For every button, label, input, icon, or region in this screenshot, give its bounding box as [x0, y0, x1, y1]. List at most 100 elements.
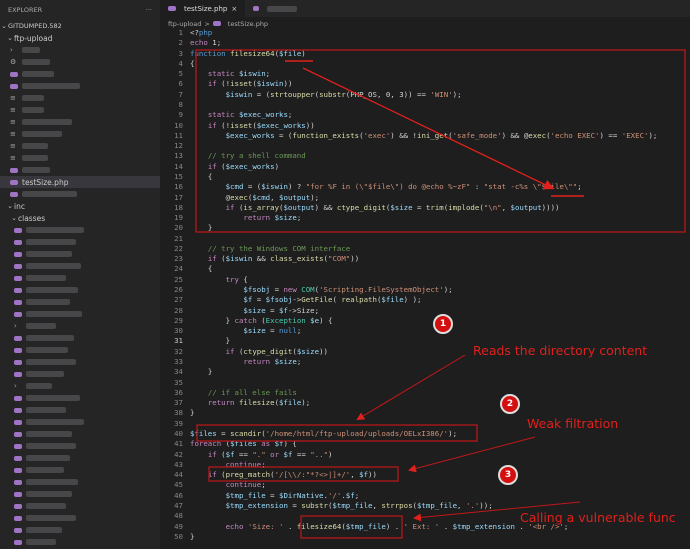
code-text: function filesize64($file): [190, 48, 306, 58]
code-text: <?php: [190, 28, 213, 37]
code-text: static $iswin;: [207, 69, 271, 79]
file-blurred[interactable]: [0, 536, 160, 548]
file-blurred[interactable]: [0, 272, 160, 284]
file-blurred[interactable]: [0, 356, 160, 368]
file-blurred[interactable]: [0, 416, 160, 428]
php-file-icon: [168, 6, 176, 11]
more-actions-icon[interactable]: ···: [146, 6, 152, 14]
blurred-filename: [26, 503, 66, 509]
file-testsize-php[interactable]: testSize.php: [0, 176, 160, 188]
code-line: 5 static $iswin;: [160, 69, 690, 79]
code-line: 36 // if all else fails: [160, 388, 690, 398]
file-blurred[interactable]: ›: [0, 320, 160, 332]
folder-inc[interactable]: ⌄ inc: [0, 200, 160, 212]
line-number: 50: [174, 531, 183, 541]
code-line: 12: [160, 141, 690, 151]
line-number: 23: [174, 254, 183, 264]
code-line: 14 if ($exec_works): [160, 162, 690, 172]
line-number: 14: [174, 161, 183, 171]
line-number: 15: [174, 171, 183, 181]
blurred-filename: [22, 155, 48, 161]
file-blurred[interactable]: ≡: [0, 104, 160, 116]
code-line: 15 {: [160, 172, 690, 182]
breadcrumb-file[interactable]: testSize.php: [228, 20, 268, 28]
code-editor[interactable]: 1 <?php 2 echo 1; 3 function filesize64($file…: [160, 28, 690, 542]
file-blurred[interactable]: [0, 500, 160, 512]
folder-label: ftp-upload: [14, 33, 53, 43]
file-blurred[interactable]: [0, 428, 160, 440]
line-number: 1: [178, 28, 183, 37]
file-blurred[interactable]: [0, 236, 160, 248]
code-line: 46 $tmp_file = $DirNative.'/'.$f;: [160, 491, 690, 501]
file-blurred[interactable]: [0, 464, 160, 476]
folder-ftp-upload[interactable]: ⌄ ftp-upload: [0, 32, 160, 44]
code-text: @exec($cmd, $output);: [225, 192, 320, 202]
file-blurred[interactable]: ≡: [0, 140, 160, 152]
code-line: 16 $cmd = ($iswin) ? "for %F in (\"$file…: [160, 182, 690, 192]
tab-blurred[interactable]: [245, 0, 305, 17]
code-text: // try the Windows COM interface: [207, 243, 351, 253]
code-text: if (preg_match('/[\\/:"*?<>|]+/', $f)): [207, 470, 377, 480]
code-text: $exec_works = (function_exists('exec') &…: [225, 130, 658, 140]
line-number: 33: [174, 357, 183, 366]
file-blurred[interactable]: ⚙: [0, 56, 160, 68]
file-blurred[interactable]: [0, 404, 160, 416]
file-blurred[interactable]: [0, 248, 160, 260]
file-blurred[interactable]: [0, 452, 160, 464]
file-blurred[interactable]: ≡: [0, 116, 160, 128]
close-icon[interactable]: ×: [231, 5, 237, 13]
blurred-filename: [22, 167, 50, 173]
file-blurred[interactable]: ≡: [0, 128, 160, 140]
php-file-icon: [14, 539, 22, 545]
gear-file-icon: ⚙: [10, 58, 17, 66]
line-number: 43: [174, 459, 183, 469]
php-file-icon: [14, 371, 22, 377]
blurred-filename: [26, 407, 66, 413]
file-blurred[interactable]: [0, 368, 160, 380]
php-file-icon: [14, 239, 22, 245]
file-blurred[interactable]: [0, 296, 160, 308]
code-text: if (ctype_digit($size)): [225, 346, 328, 356]
file-blurred[interactable]: [0, 80, 160, 92]
folder-classes[interactable]: ⌄ classes: [0, 212, 160, 224]
file-blurred[interactable]: [0, 260, 160, 272]
php-file-icon: [14, 431, 22, 437]
file-blurred[interactable]: [0, 476, 160, 488]
file-blurred[interactable]: [0, 392, 160, 404]
file-blurred[interactable]: [0, 440, 160, 452]
file-blurred[interactable]: [0, 284, 160, 296]
line-number: 40: [174, 428, 183, 438]
file-blurred[interactable]: ≡: [0, 152, 160, 164]
file-blurred[interactable]: [0, 224, 160, 236]
file-blurred[interactable]: [0, 488, 160, 500]
php-file-icon: [14, 455, 22, 461]
file-blurred[interactable]: [0, 164, 160, 176]
tab-testsize-php[interactable]: testSize.php ×: [160, 0, 246, 17]
code-line: 43 continue;: [160, 460, 690, 470]
file-blurred[interactable]: [0, 332, 160, 344]
file-blurred[interactable]: ›: [0, 380, 160, 392]
code-text: $size = null;: [243, 326, 302, 336]
file-blurred[interactable]: [0, 524, 160, 536]
blurred-filename: [26, 239, 76, 245]
breadcrumb-folder[interactable]: ftp-upload: [168, 20, 201, 28]
line-number: 7: [178, 89, 183, 99]
file-blurred[interactable]: [0, 188, 160, 200]
file-blurred[interactable]: ›: [0, 44, 160, 56]
file-blurred[interactable]: [0, 308, 160, 320]
annotation-text-2: Weak filtration: [527, 416, 619, 431]
file-blurred[interactable]: [0, 68, 160, 80]
folder-label: inc: [14, 201, 25, 211]
code-line: 50}: [160, 532, 690, 542]
code-line: 45 continue;: [160, 480, 690, 490]
file-blurred[interactable]: [0, 344, 160, 356]
blurred-filename: [22, 191, 77, 197]
code-line: 18 if (is_array($output) && ctype_digit(…: [160, 203, 690, 213]
line-number: 12: [174, 141, 183, 151]
blurred-filename: [26, 419, 84, 425]
workspace-root[interactable]: ⌄ GITDUMPED.582: [0, 20, 160, 32]
file-blurred[interactable]: [0, 512, 160, 524]
file-blurred[interactable]: ≡: [0, 92, 160, 104]
blurred-filename: [26, 251, 72, 257]
annotation-badge-3: 3: [498, 465, 518, 485]
